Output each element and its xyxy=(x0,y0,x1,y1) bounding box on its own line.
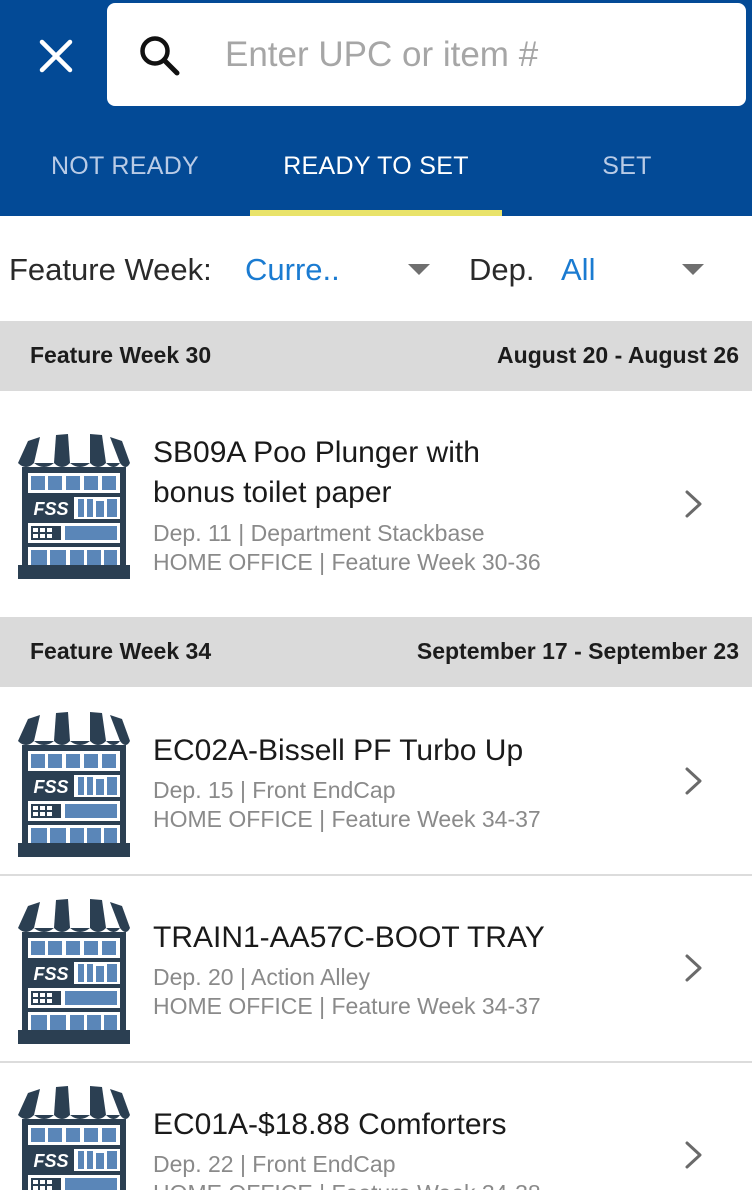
feature-week-label: Feature Week: xyxy=(9,252,212,287)
search-icon xyxy=(140,36,180,76)
list-item[interactable]: EC01A-$18.88 Comforters Dep. 22 | Front … xyxy=(0,1063,752,1190)
feature-week-dropdown-icon[interactable] xyxy=(408,264,430,275)
section-title: Feature Week 30 xyxy=(30,342,212,368)
chevron-right-icon xyxy=(685,490,702,518)
item-department: Dep. 22 | Front EndCap xyxy=(153,1151,396,1177)
section-header: Feature Week 30 August 20 - August 26 xyxy=(0,321,752,391)
item-title: EC01A-$18.88 Comforters xyxy=(153,1108,507,1141)
list-item[interactable]: EC02A-Bissell PF Turbo Up Dep. 15 | Fron… xyxy=(0,687,752,876)
department-select[interactable]: All xyxy=(561,252,595,288)
search-input[interactable] xyxy=(225,25,725,85)
close-icon xyxy=(39,39,73,73)
store-shelf-icon xyxy=(18,898,130,1044)
store-shelf-icon xyxy=(18,711,130,857)
tab-bar: NOT READY READY TO SET SET xyxy=(0,126,752,216)
section-title: Feature Week 34 xyxy=(30,638,212,664)
chevron-right-icon xyxy=(685,1141,702,1169)
list-item[interactable]: SB09A Poo Plunger with bonus toilet pape… xyxy=(0,391,752,617)
item-title: TRAIN1-AA57C-BOOT TRAY xyxy=(153,921,545,954)
close-button[interactable] xyxy=(22,22,90,90)
item-meta: HOME OFFICE | Feature Week 34-37 xyxy=(153,806,541,832)
section-header: Feature Week 34 September 17 - September… xyxy=(0,617,752,687)
chevron-right-icon xyxy=(685,954,702,982)
store-shelf-icon xyxy=(18,433,130,579)
item-meta: HOME OFFICE | Feature Week 30-36 xyxy=(153,549,541,575)
section-date-range: August 20 - August 26 xyxy=(497,342,739,368)
chevron-right-icon xyxy=(685,767,702,795)
store-shelf-icon xyxy=(18,1085,130,1190)
item-department: Dep. 15 | Front EndCap xyxy=(153,777,396,803)
item-meta: HOME OFFICE | Feature Week 34-38 xyxy=(153,1179,673,1190)
tab-ready-to-set[interactable]: READY TO SET xyxy=(250,126,502,216)
item-department: Dep. 20 | Action Alley xyxy=(153,964,370,990)
department-dropdown-icon[interactable] xyxy=(682,264,704,275)
search-box[interactable] xyxy=(107,3,746,106)
item-meta: HOME OFFICE | Feature Week 34-37 xyxy=(153,993,541,1019)
tab-not-ready[interactable]: NOT READY xyxy=(0,126,250,216)
feature-week-select[interactable]: Curre.. xyxy=(245,252,340,288)
list-item[interactable]: TRAIN1-AA57C-BOOT TRAY Dep. 20 | Action … xyxy=(0,876,752,1063)
section-date-range: September 17 - September 23 xyxy=(416,638,739,664)
filter-bar: Feature Week: Curre.. Dep. All xyxy=(0,216,752,322)
app-header: NOT READY READY TO SET SET xyxy=(0,0,752,216)
department-label: Dep. xyxy=(469,252,535,287)
item-department: Dep. 11 | Department Stackbase xyxy=(153,520,485,546)
tab-set[interactable]: SET xyxy=(502,126,752,216)
item-title: SB09A Poo Plunger with bonus toilet pape… xyxy=(153,436,480,509)
item-title: EC02A-Bissell PF Turbo Up xyxy=(153,734,524,767)
